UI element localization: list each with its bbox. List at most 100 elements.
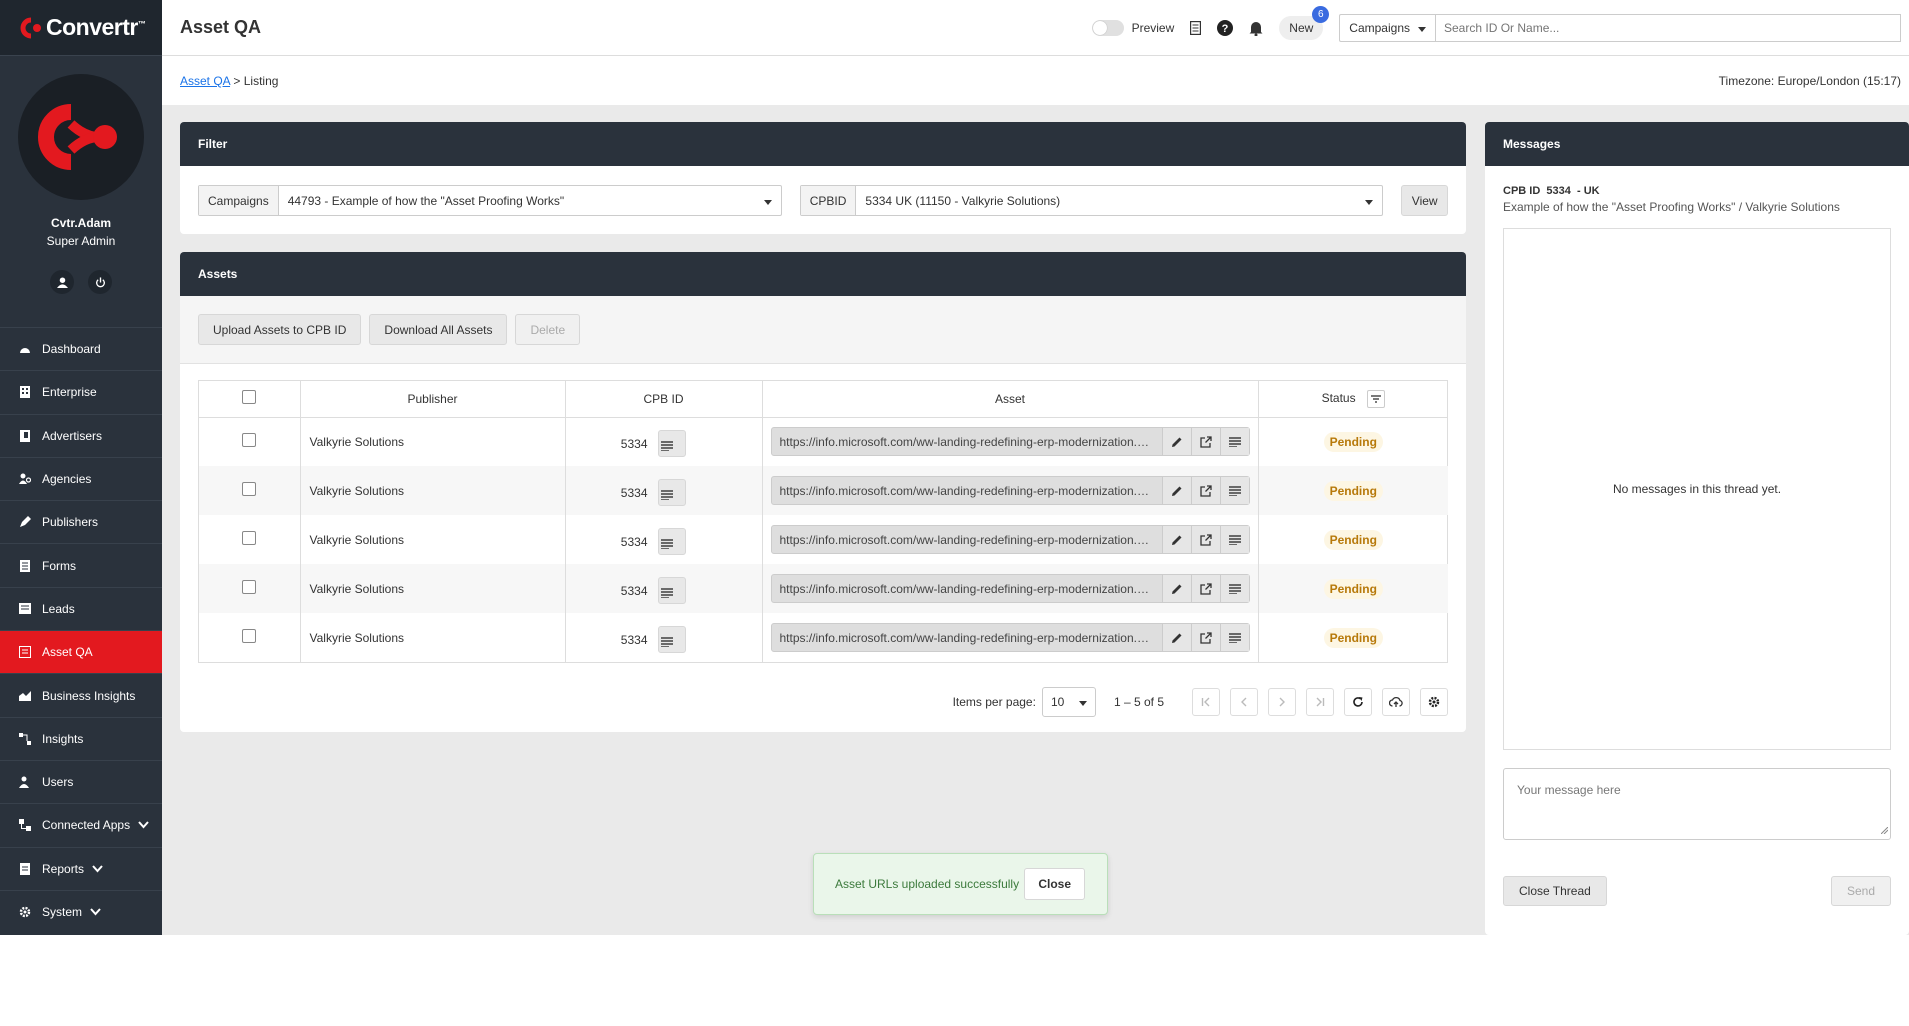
status-badge: Pending xyxy=(1323,578,1383,599)
sidebar-item-asset-qa[interactable]: Asset QA xyxy=(0,630,162,674)
cpb-details-button[interactable] xyxy=(657,479,686,506)
avatar xyxy=(18,74,144,200)
connected-apps-icon xyxy=(18,819,32,832)
sidebar-item-advertisers[interactable]: Advertisers xyxy=(0,413,162,457)
messages-card: Messages CPB ID 5334 - UK Example of how… xyxy=(1485,122,1909,935)
open-asset-button[interactable] xyxy=(1190,624,1220,651)
toast-close-button[interactable]: Close xyxy=(1024,868,1085,900)
edit-asset-button[interactable] xyxy=(1161,526,1191,553)
previous-page-button[interactable] xyxy=(1230,688,1258,716)
asset-url-field[interactable]: https://info.microsoft.com/ww-landing-re… xyxy=(770,476,1250,505)
sidebar-item-connected-apps[interactable]: Connected Apps xyxy=(0,803,162,846)
cpb-details-button[interactable] xyxy=(657,430,686,458)
first-page-button[interactable] xyxy=(1192,688,1220,716)
select-all-checkbox[interactable] xyxy=(242,390,257,405)
new-notifications-button[interactable]: New 6 xyxy=(1279,5,1330,40)
asset-details-button[interactable] xyxy=(1219,575,1249,602)
last-page-button[interactable] xyxy=(1306,688,1334,716)
campaigns-type-select[interactable]: Campaigns xyxy=(1339,13,1435,42)
row-checkbox[interactable] xyxy=(242,482,257,496)
resize-handle-icon[interactable] xyxy=(1880,823,1889,837)
open-asset-button[interactable] xyxy=(1190,575,1220,602)
send-button[interactable]: Send xyxy=(1830,876,1891,906)
items-per-page-value: 10 xyxy=(1050,695,1065,709)
profile-button[interactable] xyxy=(50,270,74,294)
cpb-details-button[interactable] xyxy=(657,626,686,653)
logout-button[interactable] xyxy=(88,270,112,294)
row-checkbox[interactable] xyxy=(242,580,257,594)
sidebar: Convertr™ Cvtr.Adam Super Admin Dashboar… xyxy=(0,0,162,935)
document-icon[interactable] xyxy=(1190,20,1202,35)
sidebar-item-label: Dashboard xyxy=(42,342,101,357)
sidebar-item-reports[interactable]: Reports xyxy=(0,846,162,890)
column-header-cpb-id: CPB ID xyxy=(565,381,763,418)
help-icon[interactable]: ? xyxy=(1217,19,1234,36)
table-row: Valkyrie Solutions 5334 https://info.micro… xyxy=(199,466,1448,515)
list-icon xyxy=(660,636,673,647)
caret-down-icon xyxy=(1078,695,1087,709)
sidebar-item-dashboard[interactable]: Dashboard xyxy=(0,327,162,370)
edit-asset-button[interactable] xyxy=(1161,477,1191,504)
user-icon xyxy=(56,276,68,288)
empty-thread-text: No messages in this thread yet. xyxy=(1612,482,1782,496)
cloud-upload-icon xyxy=(1389,696,1403,707)
filter-icon[interactable] xyxy=(1366,389,1385,408)
asset-url-field[interactable]: https://info.microsoft.com/ww-landing-re… xyxy=(770,574,1250,603)
sidebar-item-insights[interactable]: Insights xyxy=(0,716,162,760)
bell-icon[interactable] xyxy=(1249,20,1263,36)
row-checkbox[interactable] xyxy=(242,433,257,448)
view-button[interactable]: View xyxy=(1401,185,1448,216)
sidebar-item-users[interactable]: Users xyxy=(0,759,162,803)
sidebar-item-publishers[interactable]: Publishers xyxy=(0,500,162,543)
sidebar-item-label: Publishers xyxy=(42,515,99,530)
upload-cloud-button[interactable] xyxy=(1382,688,1410,716)
last-page-icon xyxy=(1316,697,1325,707)
open-asset-button[interactable] xyxy=(1190,428,1220,456)
asset-url-field[interactable]: https://info.microsoft.com/ww-landing-re… xyxy=(770,525,1250,554)
sidebar-item-business-insights[interactable]: Business Insights xyxy=(0,673,162,716)
paginator: Items per page: 10 1 – 5 of 5 xyxy=(180,687,1448,717)
asset-url-field[interactable]: https://info.microsoft.com/ww-landing-re… xyxy=(770,623,1250,652)
close-thread-button[interactable]: Close Thread xyxy=(1503,876,1607,906)
row-cpb-id: 5334 xyxy=(620,583,648,598)
cpbid-filter-select[interactable]: 5334 UK (11150 - Valkyrie Solutions) xyxy=(856,186,1382,215)
row-cpb-id: 5334 xyxy=(620,485,648,500)
row-checkbox[interactable] xyxy=(242,531,257,545)
logo[interactable]: Convertr™ xyxy=(0,0,162,56)
next-page-button[interactable] xyxy=(1268,688,1296,716)
sidebar-item-enterprise[interactable]: Enterprise xyxy=(0,370,162,413)
search-input[interactable] xyxy=(1435,13,1901,42)
upload-assets-button[interactable]: Upload Assets to CPB ID xyxy=(198,314,362,345)
list-icon xyxy=(1228,632,1241,643)
items-per-page-select[interactable]: 10 xyxy=(1041,687,1096,717)
campaigns-filter-select[interactable]: 44793 - Example of how the "Asset Proofi… xyxy=(279,186,781,215)
message-input[interactable]: Your message here xyxy=(1503,768,1891,840)
refresh-button[interactable] xyxy=(1344,688,1372,716)
settings-button[interactable] xyxy=(1420,688,1448,716)
page-range-label: 1 – 5 of 5 xyxy=(1113,695,1164,709)
preview-toggle[interactable] xyxy=(1091,19,1124,36)
sidebar-item-leads[interactable]: Leads xyxy=(0,586,162,630)
asset-details-button[interactable] xyxy=(1219,624,1249,651)
edit-asset-button[interactable] xyxy=(1161,428,1191,456)
cpb-details-button[interactable] xyxy=(657,577,686,604)
cpb-details-button[interactable] xyxy=(657,528,686,555)
asset-url-field[interactable]: https://info.microsoft.com/ww-landing-re… xyxy=(770,427,1250,457)
asset-details-button[interactable] xyxy=(1219,428,1249,456)
row-checkbox[interactable] xyxy=(242,629,257,643)
edit-asset-button[interactable] xyxy=(1161,575,1191,602)
messages-header: Messages xyxy=(1485,122,1909,166)
logo-text: Convertr™ xyxy=(46,14,146,40)
asset-details-button[interactable] xyxy=(1219,477,1249,504)
asset-details-button[interactable] xyxy=(1219,526,1249,553)
open-asset-button[interactable] xyxy=(1190,477,1220,504)
sidebar-item-agencies[interactable]: Agencies xyxy=(0,456,162,500)
edit-asset-button[interactable] xyxy=(1161,624,1191,651)
sidebar-item-system[interactable]: System xyxy=(0,889,162,933)
download-all-assets-button[interactable]: Download All Assets xyxy=(369,314,508,345)
delete-button[interactable]: Delete xyxy=(515,314,581,345)
breadcrumb-link-asset-qa[interactable]: Asset QA xyxy=(180,74,230,88)
open-asset-button[interactable] xyxy=(1190,526,1220,553)
building-icon xyxy=(18,386,32,399)
sidebar-item-forms[interactable]: Forms xyxy=(0,543,162,586)
